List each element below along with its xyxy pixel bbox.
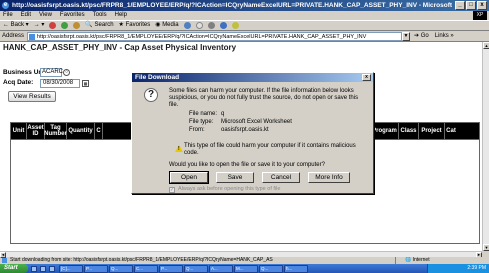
window-title: http://oasisfsrpt.oasis.kt/psc/FRPR8_1/E… — [12, 2, 452, 9]
from-value: oasisfsrpt.oasis.kt — [221, 127, 269, 133]
media-button[interactable]: ◉ Media — [155, 20, 178, 31]
col-project: Project — [419, 123, 445, 139]
task-item[interactable]: P... — [159, 264, 183, 273]
col-quantity: Quantity — [67, 123, 95, 139]
links-button[interactable]: Links » — [435, 31, 454, 42]
forward-button[interactable]: → ▾ — [34, 20, 45, 31]
back-button[interactable]: ← Back ▾ — [3, 20, 29, 31]
maximize-button[interactable]: □ — [466, 1, 476, 10]
mail-icon[interactable] — [195, 22, 203, 29]
file-type-value: Microsoft Excel Worksheet — [221, 119, 292, 125]
col-program: Program — [371, 123, 399, 139]
question-icon: ? — [144, 88, 158, 102]
address-dropdown-icon[interactable]: ▼ — [402, 31, 411, 41]
file-download-dialog: File Download x ? Some files can harm yo… — [131, 72, 374, 194]
dialog-warning-text: Some files can harm your computer. If th… — [169, 88, 359, 108]
col-unit: Unit — [11, 123, 27, 139]
dialog-titlebar: File Download x — [132, 73, 373, 82]
open-button[interactable]: Open — [169, 171, 209, 184]
address-bar: Address http://oasisfsrpt.oasis.kt/psc/F… — [0, 31, 489, 42]
menu-tools[interactable]: Tools — [93, 11, 107, 20]
acq-date-label: Acq Date: — [3, 79, 34, 86]
always-ask-checkbox[interactable]: ✓ — [169, 186, 175, 193]
task-item[interactable]: M... — [234, 264, 258, 273]
browser-toolbar: ← Back ▾ → ▾ 🔍 Search ★ Favorites ◉ Medi… — [0, 20, 489, 31]
task-item[interactable]: h... — [284, 264, 308, 273]
status-page-icon — [2, 258, 7, 263]
file-name-row: File name: q — [189, 111, 225, 117]
close-window-button[interactable]: x — [477, 1, 487, 10]
dialog-title: File Download — [135, 74, 180, 81]
page-icon — [29, 33, 36, 40]
refresh-icon[interactable] — [61, 22, 69, 29]
status-text: Start downloading from site: http://oasi… — [10, 257, 273, 263]
system-tray: 2:39 PM — [427, 264, 489, 273]
malicious-warning-text: This type of file could harm your comput… — [184, 143, 356, 156]
edit-icon[interactable] — [219, 22, 227, 29]
taskbar: Start [C]... P... Q... C... P... Q... A.… — [0, 264, 489, 273]
task-item[interactable]: A... — [209, 264, 233, 273]
always-ask-row: ✓ Always ask before opening this type of… — [169, 186, 280, 193]
history-icon[interactable] — [183, 22, 191, 29]
window-titlebar: e http://oasisfsrpt.oasis.kt/psc/FRPR8_1… — [0, 0, 489, 11]
internet-zone: 🌐 Internet — [395, 257, 489, 264]
home-icon[interactable] — [73, 22, 81, 29]
task-item[interactable]: Q... — [184, 264, 208, 273]
cancel-button[interactable]: Cancel — [262, 172, 300, 183]
menu-view[interactable]: View — [39, 11, 52, 20]
col-asset-id: Asset ID — [27, 123, 45, 139]
from-row: From: oasisfsrpt.oasis.kt — [189, 127, 269, 133]
col-tag-number: Tag Number — [44, 123, 67, 139]
menu-bar: File Edit View Favorites Tools Help XP — [0, 11, 489, 20]
address-value: http://oasisfsrpt.oasis.kt/psc/FRPR8_1/E… — [37, 33, 367, 40]
dialog-question: Would you like to open the file or save … — [169, 162, 325, 168]
col-c: C — [95, 123, 103, 139]
start-button[interactable]: Start — [0, 264, 28, 273]
save-button[interactable]: Save — [216, 172, 254, 183]
clock: 2:39 PM — [467, 265, 486, 271]
view-results-button[interactable]: View Results — [8, 91, 56, 102]
col-class: Class — [399, 123, 419, 139]
windows-flag-icon: XP — [473, 11, 487, 20]
task-item[interactable]: C... — [134, 264, 158, 273]
discuss-icon[interactable] — [231, 22, 239, 29]
quicklaunch-desktop-icon[interactable] — [31, 265, 37, 272]
menu-file[interactable]: File — [3, 11, 13, 20]
page-title: HANK_CAP_ASSET_PHY_INV - Cap Asset Physi… — [3, 43, 237, 52]
menu-edit[interactable]: Edit — [21, 11, 31, 20]
go-button[interactable]: ➔ Go — [414, 31, 429, 42]
acq-date-input[interactable]: 08/30/2008 — [40, 79, 80, 88]
task-item[interactable]: Q... — [109, 264, 133, 273]
always-ask-label: Always ask before opening this type of f… — [178, 186, 281, 192]
col-cat: Cat — [446, 128, 456, 134]
print-icon[interactable] — [207, 22, 215, 29]
task-item[interactable]: P... — [84, 264, 108, 273]
lookup-icon[interactable]: ○ — [63, 69, 70, 76]
calendar-icon[interactable]: ▦ — [82, 80, 89, 87]
favorites-button[interactable]: ★ Favorites — [119, 20, 151, 31]
menu-favorites[interactable]: Favorites — [60, 11, 85, 20]
warning-icon: ! — [175, 145, 183, 152]
minimize-button[interactable]: _ — [455, 1, 465, 10]
status-bar: Start downloading from site: http://oasi… — [0, 257, 489, 264]
scroll-down-icon[interactable]: ▼ — [483, 244, 489, 251]
search-button[interactable]: 🔍 Search — [85, 20, 113, 31]
address-input[interactable]: http://oasisfsrpt.oasis.kt/psc/FRPR8_1/E… — [27, 31, 403, 41]
internet-explorer-icon: e — [2, 2, 9, 9]
dialog-close-button[interactable]: x — [362, 74, 371, 81]
file-type-row: File type: Microsoft Excel Worksheet — [189, 119, 292, 125]
quicklaunch-ie-icon[interactable] — [40, 265, 46, 272]
vertical-scrollbar[interactable]: ▲ ▼ — [482, 42, 489, 251]
stop-icon[interactable] — [49, 22, 57, 29]
file-name-value: q — [221, 111, 225, 117]
task-item[interactable]: [C]... — [59, 264, 83, 273]
address-label: Address — [2, 32, 25, 39]
menu-help[interactable]: Help — [115, 11, 127, 20]
quicklaunch-outlook-icon[interactable] — [49, 265, 55, 272]
scroll-up-icon[interactable]: ▲ — [483, 42, 489, 49]
task-item[interactable]: Q... — [259, 264, 283, 273]
business-unit-input[interactable]: ACARC — [40, 68, 63, 77]
more-info-button[interactable]: More Info — [308, 172, 350, 183]
